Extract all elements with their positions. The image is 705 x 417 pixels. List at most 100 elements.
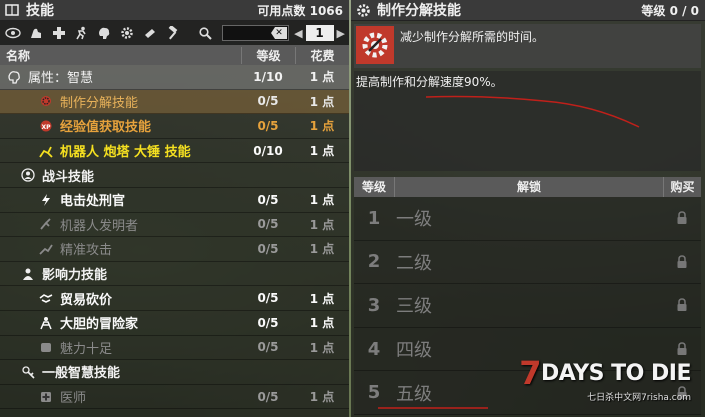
page-number: 1 xyxy=(305,25,334,41)
hammer-icon[interactable] xyxy=(164,24,182,42)
row-level: 0/5 xyxy=(257,118,279,133)
row-level: 0/5 xyxy=(257,340,279,355)
category-row[interactable]: 影响力技能 xyxy=(0,262,349,287)
skill-row[interactable]: 机器人发明者 0/5 1 点 xyxy=(0,213,349,238)
red-annotation-underline xyxy=(425,95,640,128)
detail-level-value: 0 / 0 xyxy=(669,3,699,18)
fortitude-cross-icon[interactable] xyxy=(50,24,68,42)
strength-arm-icon[interactable] xyxy=(27,24,45,42)
skills-list: 属性：智慧 1/10 1 点制作分解技能 0/5 1 点 XP 经验值获取技能 0/5 1 点机… xyxy=(0,65,349,410)
row-label: 医师 xyxy=(60,391,87,407)
row-name-cell: 贸易砍价 xyxy=(0,289,241,308)
points-value: 1066 xyxy=(309,3,343,18)
row-level: 0/5 xyxy=(257,315,279,330)
skill-row[interactable]: 电击处刑官 0/5 1 点 xyxy=(0,188,349,213)
crosshair-icon xyxy=(38,241,54,257)
logo-seven: 7 xyxy=(519,354,542,392)
skills-book-icon xyxy=(4,2,20,18)
general-icon xyxy=(20,364,36,380)
person-icon xyxy=(20,167,36,183)
skill-row[interactable]: 精准攻击 0/5 1 点 xyxy=(0,237,349,262)
perception-eye-icon[interactable] xyxy=(4,24,22,42)
skill-row[interactable]: 大胆的冒险家 0/5 1 点 xyxy=(0,311,349,336)
prev-page-icon[interactable]: ◀ xyxy=(294,27,302,40)
row-name-cell: 电击处刑官 xyxy=(0,190,241,209)
row-cost: 1 点 xyxy=(309,390,335,405)
column-cost[interactable]: 花费 xyxy=(295,46,349,64)
column-level[interactable]: 等级 xyxy=(241,46,295,64)
skill-effect-box: 提高制作和分解速度90%。 xyxy=(354,71,701,171)
row-level: 0/5 xyxy=(257,291,279,306)
svg-text:XP: XP xyxy=(41,124,51,131)
unlock-level-number: 4 xyxy=(367,338,381,360)
row-cost: 1 点 xyxy=(309,193,335,208)
row-name-cell: 一般智慧技能 xyxy=(0,362,241,381)
detail-title: 制作分解技能 xyxy=(377,3,461,19)
skill-row[interactable]: 制作分解技能 0/5 1 点 xyxy=(0,89,349,115)
skill-row[interactable]: 机器人 炮塔 大锤 技能 0/10 1 点 xyxy=(0,139,349,164)
row-cost: 1 点 xyxy=(309,217,335,232)
row-label: 属性：智慧 xyxy=(28,71,94,87)
row-name-cell: 机器人发明者 xyxy=(0,215,241,234)
skill-row[interactable]: XP 经验值获取技能 0/5 1 点 xyxy=(0,114,349,139)
row-level: 0/10 xyxy=(253,143,283,158)
unlock-label: 三级 xyxy=(396,296,432,318)
row-label: 战斗技能 xyxy=(42,169,95,185)
row-name-cell: 医师 xyxy=(0,387,241,406)
row-cost: 1 点 xyxy=(309,291,335,306)
row-name-cell: 精准攻击 xyxy=(0,239,241,258)
column-name[interactable]: 名称 xyxy=(0,47,241,64)
search-icon xyxy=(197,24,215,42)
row-name-cell: XP 经验值获取技能 xyxy=(0,116,241,135)
row-label: 影响力技能 xyxy=(42,268,108,284)
unlock-label: 一级 xyxy=(396,209,432,231)
row-label: 电击处刑官 xyxy=(60,194,126,210)
skill-row[interactable]: 贸易砍价 0/5 1 点 xyxy=(0,286,349,311)
next-page-icon[interactable]: ▶ xyxy=(337,27,345,40)
attribute-row[interactable]: 属性：智慧 1/10 1 点 xyxy=(0,65,349,90)
lock-icon[interactable] xyxy=(663,255,701,269)
row-cost: 1 点 xyxy=(309,94,335,109)
unlock-label: 二级 xyxy=(396,252,432,274)
lock-icon[interactable] xyxy=(663,211,701,225)
unlock-level-number: 5 xyxy=(367,382,381,404)
skill-row[interactable]: 医师 0/5 1 点 xyxy=(0,385,349,410)
unlock-row: 3 三级 xyxy=(354,284,701,328)
unlock-column-level: 等级 xyxy=(361,180,386,194)
influence-icon xyxy=(20,266,36,282)
row-name-cell: 影响力技能 xyxy=(0,264,241,283)
adventurer-icon xyxy=(38,315,54,331)
skills-panel: 技能 可用点数 1066 ✕ ◀ 1 ▶ 名称 等级 花费 属性：智慧 1/10… xyxy=(0,0,349,417)
books-icon[interactable] xyxy=(141,24,159,42)
settings-gear-icon[interactable] xyxy=(118,24,136,42)
row-cost: 1 点 xyxy=(309,144,335,159)
filter-toolbar: ✕ ◀ 1 ▶ xyxy=(0,21,349,45)
row-label: 贸易砍价 xyxy=(60,292,113,308)
category-row[interactable]: 战斗技能 xyxy=(0,163,349,188)
row-level: 0/5 xyxy=(257,241,279,256)
unlock-row: 2 二级 xyxy=(354,240,701,285)
row-level: 1/10 xyxy=(253,69,283,84)
gear-wrench-icon xyxy=(38,93,54,109)
intellect-brain-icon[interactable] xyxy=(95,24,113,42)
skills-title: 技能 xyxy=(26,3,54,19)
agility-runner-icon[interactable] xyxy=(73,24,91,42)
row-name-cell: 大胆的冒险家 xyxy=(0,313,241,332)
lock-icon[interactable] xyxy=(663,298,701,312)
row-level: 0/5 xyxy=(257,217,279,232)
row-label: 制作分解技能 xyxy=(60,95,139,111)
row-label: 机器人 炮塔 大锤 技能 xyxy=(60,145,191,161)
exp-icon: XP xyxy=(38,118,54,134)
brain-icon xyxy=(6,69,22,85)
points-label: 可用点数 xyxy=(257,3,306,18)
skill-row[interactable]: 魅力十足 0/5 1 点 xyxy=(0,336,349,361)
row-label: 机器人发明者 xyxy=(60,218,139,234)
row-name-cell: 属性：智慧 xyxy=(0,67,241,86)
medic-icon xyxy=(38,389,54,405)
row-level: 0/5 xyxy=(257,94,279,109)
robot-arm-icon xyxy=(38,143,54,159)
pager: ◀ 1 ▶ xyxy=(294,25,345,41)
lightning-icon xyxy=(38,192,54,208)
category-row[interactable]: 一般智慧技能 xyxy=(0,360,349,385)
unlock-level-number: 2 xyxy=(367,251,381,273)
